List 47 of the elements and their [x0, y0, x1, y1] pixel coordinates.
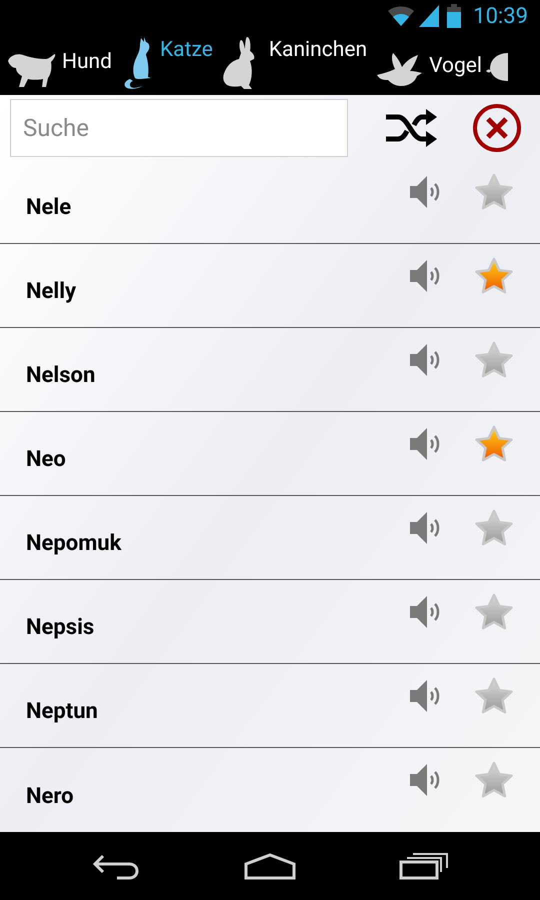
close-circle-icon — [472, 102, 522, 152]
favorite-star-icon[interactable] — [474, 508, 514, 546]
signal-icon — [419, 5, 440, 27]
speaker-icon[interactable] — [408, 174, 442, 210]
animal-tab[interactable]: Vogel — [371, 51, 486, 95]
name-label: Nelson — [26, 362, 96, 390]
name-row[interactable]: Neo — [0, 412, 540, 496]
speaker-icon[interactable] — [408, 426, 442, 462]
speaker-icon[interactable] — [408, 342, 442, 378]
favorite-star-icon[interactable] — [474, 340, 514, 378]
battery-icon — [447, 4, 462, 28]
favorite-star-icon[interactable] — [474, 592, 514, 630]
animal-tab[interactable]: Katze — [116, 35, 217, 95]
name-row[interactable]: Nelly — [0, 244, 540, 328]
favorite-star-icon[interactable] — [474, 424, 514, 462]
name-row[interactable]: Nepsis — [0, 580, 540, 664]
name-label: Nelly — [26, 278, 78, 306]
name-row[interactable]: Nele — [0, 160, 540, 244]
back-icon[interactable] — [91, 852, 141, 880]
name-label: Nepsis — [26, 614, 96, 642]
animal-tab[interactable]: Kaninchen — [216, 35, 372, 95]
speaker-icon[interactable] — [408, 594, 442, 630]
name-row[interactable]: Neptun — [0, 664, 540, 748]
name-label: Nele — [26, 194, 72, 222]
wifi-icon — [387, 5, 416, 27]
favorite-star-icon[interactable] — [474, 761, 514, 799]
search-field[interactable]: Suche — [10, 98, 348, 156]
recent-apps-icon[interactable] — [399, 852, 449, 880]
speaker-icon[interactable] — [408, 678, 442, 714]
clear-button[interactable] — [472, 102, 522, 152]
animal-tab[interactable]: Hund — [0, 47, 116, 95]
favorite-star-icon[interactable] — [474, 172, 514, 210]
favorite-star-icon[interactable] — [474, 676, 514, 714]
home-icon[interactable] — [243, 852, 297, 880]
name-label: Neptun — [26, 698, 99, 726]
clock-time: 10:39 — [473, 2, 528, 30]
speaker-icon[interactable] — [408, 762, 442, 798]
name-row[interactable]: Nepomuk — [0, 496, 540, 580]
speaker-icon[interactable] — [408, 258, 442, 294]
speaker-icon[interactable] — [408, 510, 442, 546]
name-row[interactable]: Nelson — [0, 328, 540, 412]
name-label: Nero — [26, 782, 75, 810]
shuffle-icon — [384, 108, 438, 148]
name-label: Nepomuk — [26, 530, 122, 558]
favorite-star-icon[interactable] — [474, 256, 514, 294]
name-label: Neo — [26, 446, 67, 474]
name-row[interactable]: Nero — [0, 748, 540, 832]
